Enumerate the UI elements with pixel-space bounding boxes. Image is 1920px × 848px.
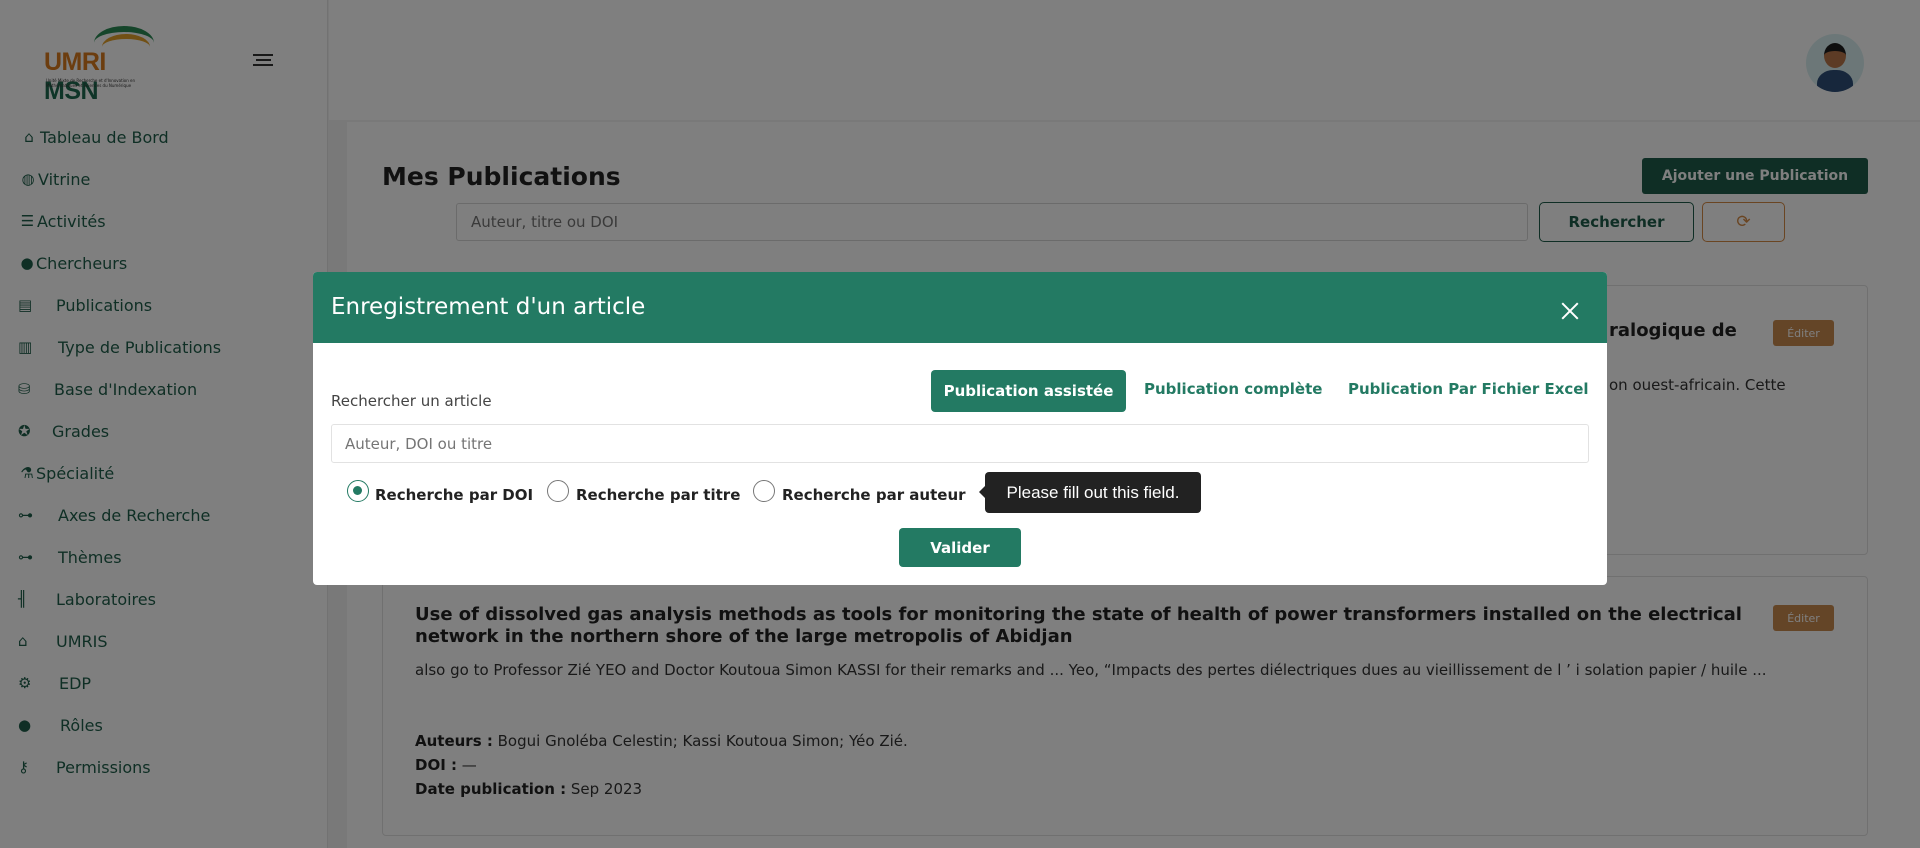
tab-publication-complete[interactable]: Publication complète [1144, 380, 1322, 398]
validation-tooltip: Please fill out this field. [979, 472, 1201, 513]
article-search-input[interactable] [331, 424, 1589, 463]
radio-doi[interactable] [347, 480, 369, 502]
close-icon[interactable] [1558, 300, 1582, 324]
tab-publication-excel[interactable]: Publication Par Fichier Excel [1348, 380, 1589, 398]
radio-titre-label[interactable]: Recherche par titre [576, 486, 740, 504]
tab-publication-assistee[interactable]: Publication assistée [931, 370, 1126, 412]
radio-auteur[interactable] [753, 480, 775, 502]
search-article-label: Rechercher un article [331, 392, 492, 410]
submit-button[interactable]: Valider [899, 528, 1021, 567]
article-modal: Enregistrement d'un article Rechercher u… [313, 272, 1607, 585]
radio-doi-label[interactable]: Recherche par DOI [375, 486, 533, 504]
radio-titre[interactable] [547, 480, 569, 502]
radio-auteur-label[interactable]: Recherche par auteur [782, 486, 966, 504]
modal-header: Enregistrement d'un article [313, 272, 1607, 343]
modal-title: Enregistrement d'un article [331, 294, 646, 320]
